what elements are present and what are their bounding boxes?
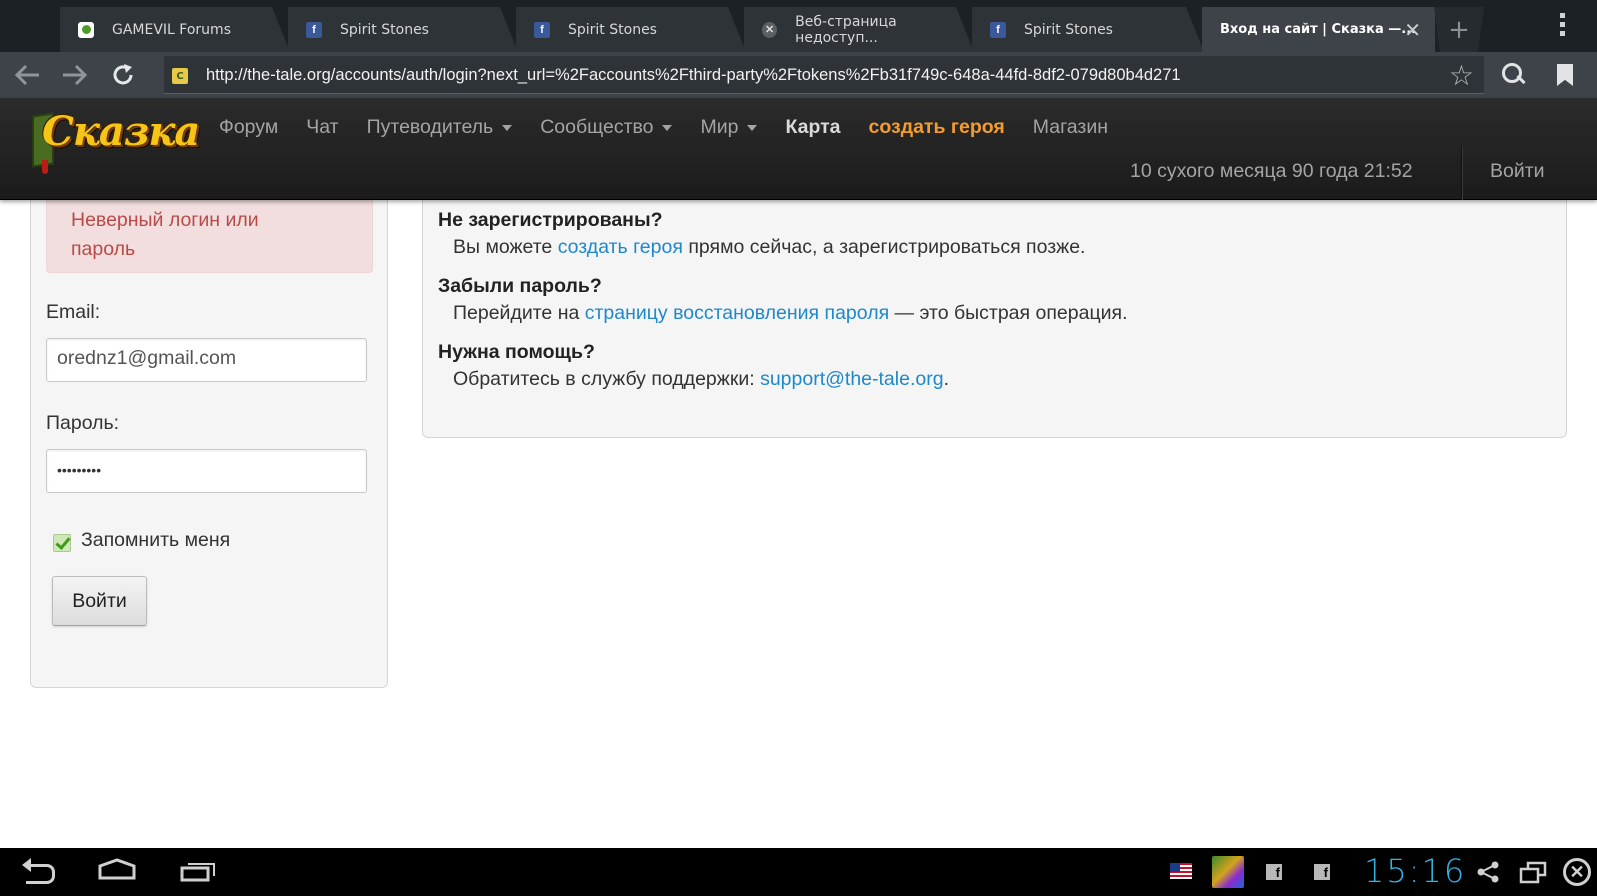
tab-title: Spirit Stones	[568, 21, 657, 38]
system-navigation-bar: f f 15:16 ✕	[0, 848, 1597, 896]
login-form-panel: Неверный логин или пароль Email: orednz1…	[30, 170, 388, 688]
facebook-favicon-icon: f	[534, 22, 550, 38]
facebook-notification-icon[interactable]: f	[1314, 864, 1330, 880]
back-icon[interactable]	[20, 856, 56, 886]
browser-tab-spirit-stones-3[interactable]: f Spirit Stones	[972, 7, 1204, 52]
email-field[interactable]: orednz1@gmail.com	[46, 338, 367, 382]
site-navbar: Сказка Форум Чат Путеводитель Сообщество…	[0, 98, 1597, 200]
nav-shop[interactable]: Магазин	[1033, 116, 1108, 139]
login-error-message: Неверный логин или пароль	[71, 209, 259, 260]
screen-window-icon[interactable]	[1519, 860, 1547, 884]
tab-title: GAMEVIL Forums	[112, 21, 231, 38]
create-hero-link[interactable]: создать героя	[558, 236, 683, 258]
browser-tab-page-unavailable[interactable]: ✕ Веб-страница недоступ...	[744, 7, 974, 52]
caret-down-icon	[662, 124, 673, 131]
nav-forum[interactable]: Форум	[219, 116, 278, 139]
browser-tab-strip: GAMEVIL Forums f Spirit Stones f Spirit …	[0, 0, 1597, 52]
remember-me-checkbox[interactable]	[53, 533, 71, 552]
tab-title: Вход на сайт | Сказка —...	[1220, 22, 1417, 37]
forgot-password-text: Перейдите на страницу восстановления пар…	[453, 302, 1128, 324]
reload-icon[interactable]	[107, 59, 139, 91]
facebook-notification-icon[interactable]: f	[1266, 864, 1282, 880]
address-bar[interactable]: С http://the-tale.org/accounts/auth/logi…	[164, 56, 1484, 94]
forgot-password-heading: Забыли пароль?	[438, 275, 602, 297]
site-nav-links: Форум Чат Путеводитель Сообщество Мир Ка…	[219, 116, 1136, 139]
logo-text: Сказка	[42, 108, 200, 155]
site-favicon-icon: С	[172, 68, 188, 84]
new-tab-button[interactable]: +	[1434, 7, 1484, 52]
nav-map[interactable]: Карта	[785, 116, 840, 139]
remember-me-row[interactable]: Запомнить меня	[53, 529, 230, 552]
close-tab-icon[interactable]: ✕	[1404, 18, 1421, 42]
password-label: Пароль:	[46, 412, 120, 434]
email-label: Email:	[46, 301, 101, 323]
browser-tab-active-login[interactable]: Вход на сайт | Сказка —... ✕	[1202, 7, 1435, 52]
nav-chat[interactable]: Чат	[306, 116, 338, 139]
game-date: 10 сухого месяца 90 года 21:52	[1130, 160, 1413, 182]
facebook-favicon-icon: f	[990, 22, 1006, 38]
need-help-text: Обратитесь в службу поддержки: support@t…	[453, 368, 949, 390]
recent-apps-icon[interactable]	[180, 860, 216, 882]
caret-down-icon	[747, 124, 758, 131]
browser-tab-spirit-stones-1[interactable]: f Spirit Stones	[288, 7, 518, 52]
support-email-link[interactable]: support@the-tale.org	[760, 368, 943, 390]
nav-world[interactable]: Мир	[700, 116, 758, 139]
bookmark-star-icon[interactable]: ☆	[1449, 59, 1474, 92]
not-registered-heading: Не зарегистрированы?	[438, 209, 663, 231]
password-field[interactable]: •••••••••	[46, 449, 367, 493]
nav-guide[interactable]: Путеводитель	[367, 116, 513, 139]
back-arrow-icon[interactable]	[12, 59, 44, 91]
tab-title: Spirit Stones	[340, 21, 429, 38]
need-help-heading: Нужна помощь?	[438, 341, 595, 363]
nav-create-hero[interactable]: создать героя	[869, 116, 1005, 139]
nav-divider	[1461, 146, 1462, 200]
browser-menu-icon[interactable]	[1560, 13, 1566, 39]
close-circle-icon[interactable]: ✕	[1563, 858, 1591, 886]
browser-toolbar: С http://the-tale.org/accounts/auth/logi…	[0, 52, 1597, 98]
help-info-panel: Не зарегистрированы? Вы можете создать г…	[422, 170, 1567, 438]
site-logo[interactable]: Сказка	[32, 108, 200, 174]
gamevil-favicon-icon	[78, 22, 94, 38]
not-registered-text: Вы можете создать героя прямо сейчас, а …	[453, 236, 1086, 258]
error-favicon-icon: ✕	[762, 22, 777, 38]
remember-me-label[interactable]: Запомнить меня	[81, 529, 230, 552]
caret-down-icon	[502, 124, 513, 131]
nav-login-link[interactable]: Войти	[1490, 160, 1545, 183]
forward-arrow-icon[interactable]	[58, 59, 90, 91]
tab-title: Spirit Stones	[1024, 21, 1113, 38]
system-clock[interactable]: 15:16	[1364, 852, 1466, 890]
facebook-favicon-icon: f	[306, 22, 322, 38]
page-content: Неверный логин или пароль Email: orednz1…	[0, 170, 1597, 848]
drip-icon	[42, 160, 48, 174]
nav-community[interactable]: Сообщество	[540, 116, 673, 139]
us-flag-icon[interactable]	[1170, 863, 1192, 879]
home-icon[interactable]	[98, 858, 136, 880]
tab-title: Веб-страница недоступ...	[795, 13, 897, 46]
search-icon[interactable]	[1502, 63, 1526, 87]
url-text[interactable]: http://the-tale.org/accounts/auth/login?…	[206, 66, 1181, 85]
bookmarks-icon[interactable]	[1557, 64, 1573, 86]
login-submit-button[interactable]: Войти	[52, 576, 147, 626]
browser-tab-gamevil[interactable]: GAMEVIL Forums	[60, 7, 290, 52]
password-recovery-link[interactable]: страницу восстановления пароля	[585, 302, 889, 324]
share-icon[interactable]	[1476, 860, 1500, 884]
game-notification-icon[interactable]	[1212, 856, 1244, 888]
browser-tab-spirit-stones-2[interactable]: f Spirit Stones	[516, 7, 746, 52]
